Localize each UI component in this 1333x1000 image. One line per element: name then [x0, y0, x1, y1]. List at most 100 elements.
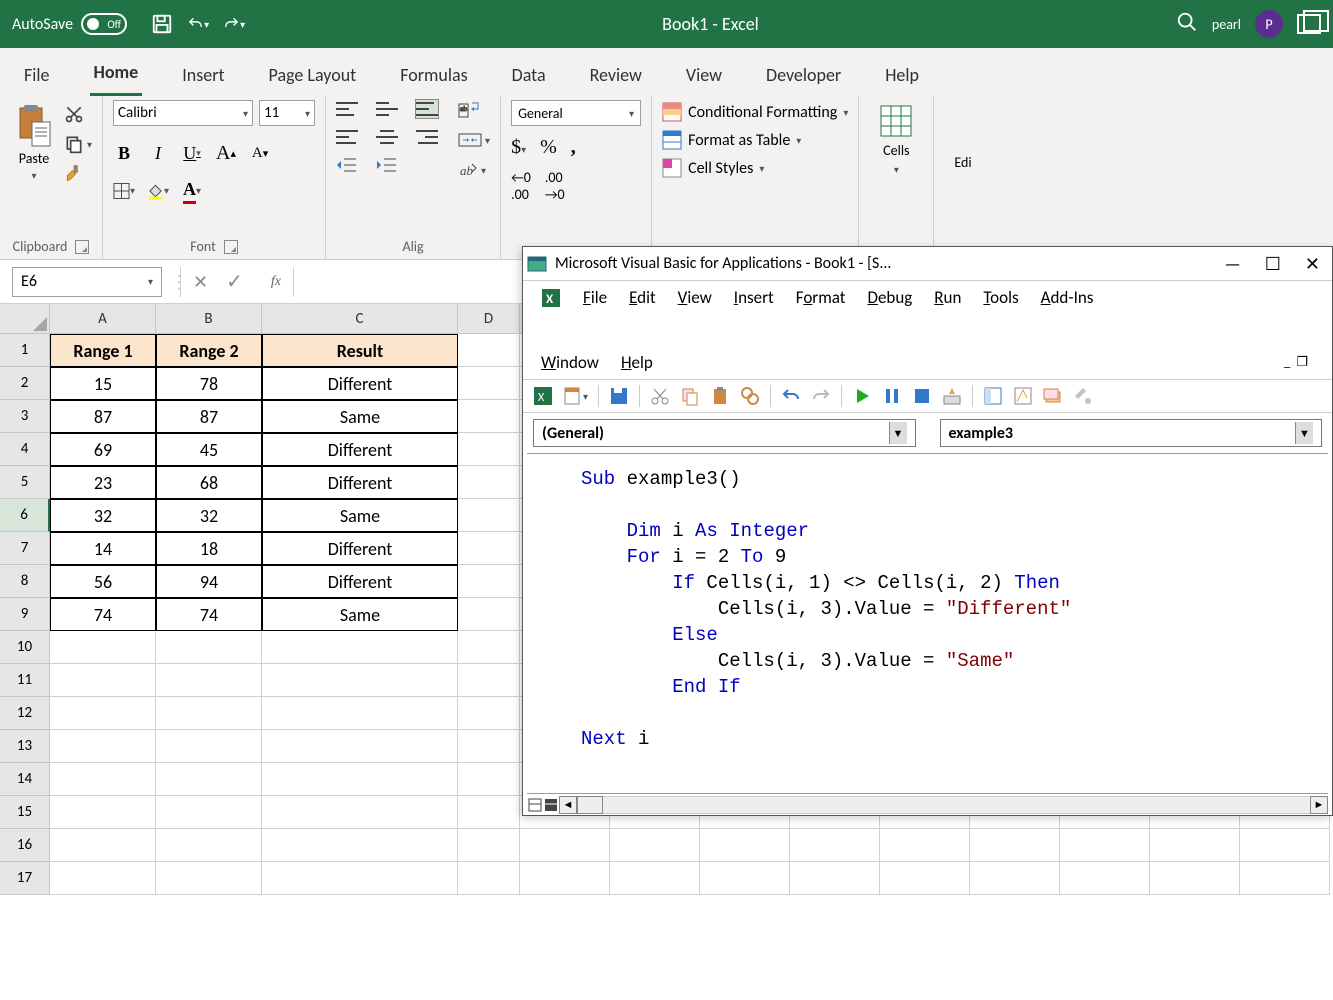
mdi-restore-icon[interactable]: ❐ [1296, 355, 1308, 370]
cell[interactable]: 15 [50, 367, 156, 400]
excel-icon[interactable]: X [541, 288, 561, 308]
cell[interactable] [50, 763, 156, 796]
mdi-minimize-icon[interactable]: _ [1284, 355, 1290, 370]
cell[interactable] [262, 730, 458, 763]
increase-indent-button[interactable] [376, 156, 398, 174]
cell[interactable]: Different [262, 466, 458, 499]
tab-page-layout[interactable]: Page Layout [265, 54, 361, 96]
toolbox-icon[interactable] [1073, 386, 1093, 406]
cell[interactable] [790, 862, 880, 895]
comma-button[interactable]: , [571, 136, 576, 159]
tab-review[interactable]: Review [586, 54, 646, 96]
cell[interactable] [156, 862, 262, 895]
cell[interactable] [156, 664, 262, 697]
cell[interactable] [610, 829, 700, 862]
vba-window[interactable]: Microsoft Visual Basic for Applications … [522, 246, 1333, 816]
cell[interactable] [458, 598, 520, 631]
currency-button[interactable]: $▾ [511, 136, 526, 159]
cell[interactable]: 32 [156, 499, 262, 532]
row-header[interactable]: 16 [0, 829, 50, 862]
redo-icon[interactable]: ▾ [223, 13, 245, 35]
cell[interactable]: Different [262, 433, 458, 466]
paste-icon[interactable] [710, 386, 730, 406]
cell[interactable] [1240, 829, 1330, 862]
cell-styles-button[interactable]: Cell Styles▾ [662, 158, 764, 178]
dialog-launcher-icon[interactable] [224, 240, 238, 254]
tab-data[interactable]: Data [508, 54, 550, 96]
copy-button[interactable]: ▾ [64, 134, 92, 154]
enter-icon[interactable]: ✓ [226, 269, 243, 294]
vba-scrollbar[interactable]: ◄ ► [527, 793, 1328, 815]
object-browser-icon[interactable] [1043, 386, 1063, 406]
row-header[interactable]: 1 [0, 334, 50, 367]
cell[interactable] [50, 730, 156, 763]
underline-button[interactable]: U▾ [181, 142, 203, 164]
menu-file[interactable]: File [583, 287, 607, 308]
cell[interactable] [458, 334, 520, 367]
align-center-button[interactable] [376, 128, 398, 146]
autosave-toggle[interactable]: AutoSave Off [12, 13, 127, 35]
cell[interactable] [458, 697, 520, 730]
vba-titlebar[interactable]: Microsoft Visual Basic for Applications … [523, 247, 1332, 281]
design-mode-icon[interactable] [942, 386, 962, 406]
menu-addins[interactable]: Add-Ins [1041, 287, 1094, 308]
cell[interactable]: 23 [50, 466, 156, 499]
reset-icon[interactable] [912, 386, 932, 406]
row-header[interactable]: 10 [0, 631, 50, 664]
full-module-view-icon[interactable] [527, 797, 543, 813]
undo-icon[interactable]: ▾ [187, 13, 209, 35]
fill-color-button[interactable]: ▾ [147, 180, 169, 202]
cell[interactable] [262, 697, 458, 730]
font-color-button[interactable]: A▾ [181, 180, 203, 202]
row-header[interactable]: 7 [0, 532, 50, 565]
cell[interactable]: 68 [156, 466, 262, 499]
menu-insert[interactable]: Insert [734, 287, 774, 308]
cell[interactable] [1060, 862, 1150, 895]
cell[interactable]: 87 [50, 400, 156, 433]
close-button[interactable]: ✕ [1305, 253, 1320, 275]
menu-help[interactable]: Help [621, 352, 653, 373]
cell[interactable]: 74 [156, 598, 262, 631]
row-header[interactable]: 9 [0, 598, 50, 631]
cell[interactable]: 69 [50, 433, 156, 466]
cell[interactable] [458, 433, 520, 466]
cell[interactable] [700, 862, 790, 895]
decrease-font-button[interactable]: A▾ [249, 142, 271, 164]
menu-format[interactable]: Format [796, 287, 846, 308]
cell[interactable] [1240, 862, 1330, 895]
cell[interactable] [262, 763, 458, 796]
tab-formulas[interactable]: Formulas [396, 54, 471, 96]
font-name-select[interactable]: Calibri▾ [113, 100, 253, 126]
row-header[interactable]: 2 [0, 367, 50, 400]
font-size-select[interactable]: 11▾ [259, 100, 315, 126]
cell[interactable] [1150, 862, 1240, 895]
cell[interactable]: 32 [50, 499, 156, 532]
run-icon[interactable] [852, 386, 872, 406]
align-bottom-button[interactable] [416, 100, 438, 118]
cell[interactable] [458, 763, 520, 796]
row-header[interactable]: 11 [0, 664, 50, 697]
cell[interactable] [790, 829, 880, 862]
view-excel-icon[interactable]: X [533, 386, 553, 406]
cell[interactable]: 74 [50, 598, 156, 631]
cell[interactable] [50, 664, 156, 697]
tab-insert[interactable]: Insert [178, 54, 228, 96]
cell[interactable] [1150, 829, 1240, 862]
tab-help[interactable]: Help [881, 54, 923, 96]
scroll-thumb[interactable] [577, 796, 603, 814]
row-header[interactable]: 5 [0, 466, 50, 499]
menu-tools[interactable]: Tools [983, 287, 1018, 308]
cell[interactable] [50, 829, 156, 862]
tab-developer[interactable]: Developer [762, 54, 845, 96]
decrease-indent-button[interactable] [336, 156, 358, 174]
dialog-launcher-icon[interactable] [75, 240, 89, 254]
row-header[interactable]: 12 [0, 697, 50, 730]
project-explorer-icon[interactable] [983, 386, 1003, 406]
maximize-button[interactable]: ☐ [1265, 253, 1281, 275]
minimize-button[interactable]: — [1224, 253, 1240, 275]
col-header-C[interactable]: C [262, 304, 458, 334]
insert-module-icon[interactable]: ▾ [563, 386, 588, 406]
scroll-left-icon[interactable]: ◄ [559, 796, 577, 814]
cell[interactable]: 94 [156, 565, 262, 598]
cell[interactable]: Result [262, 334, 458, 367]
